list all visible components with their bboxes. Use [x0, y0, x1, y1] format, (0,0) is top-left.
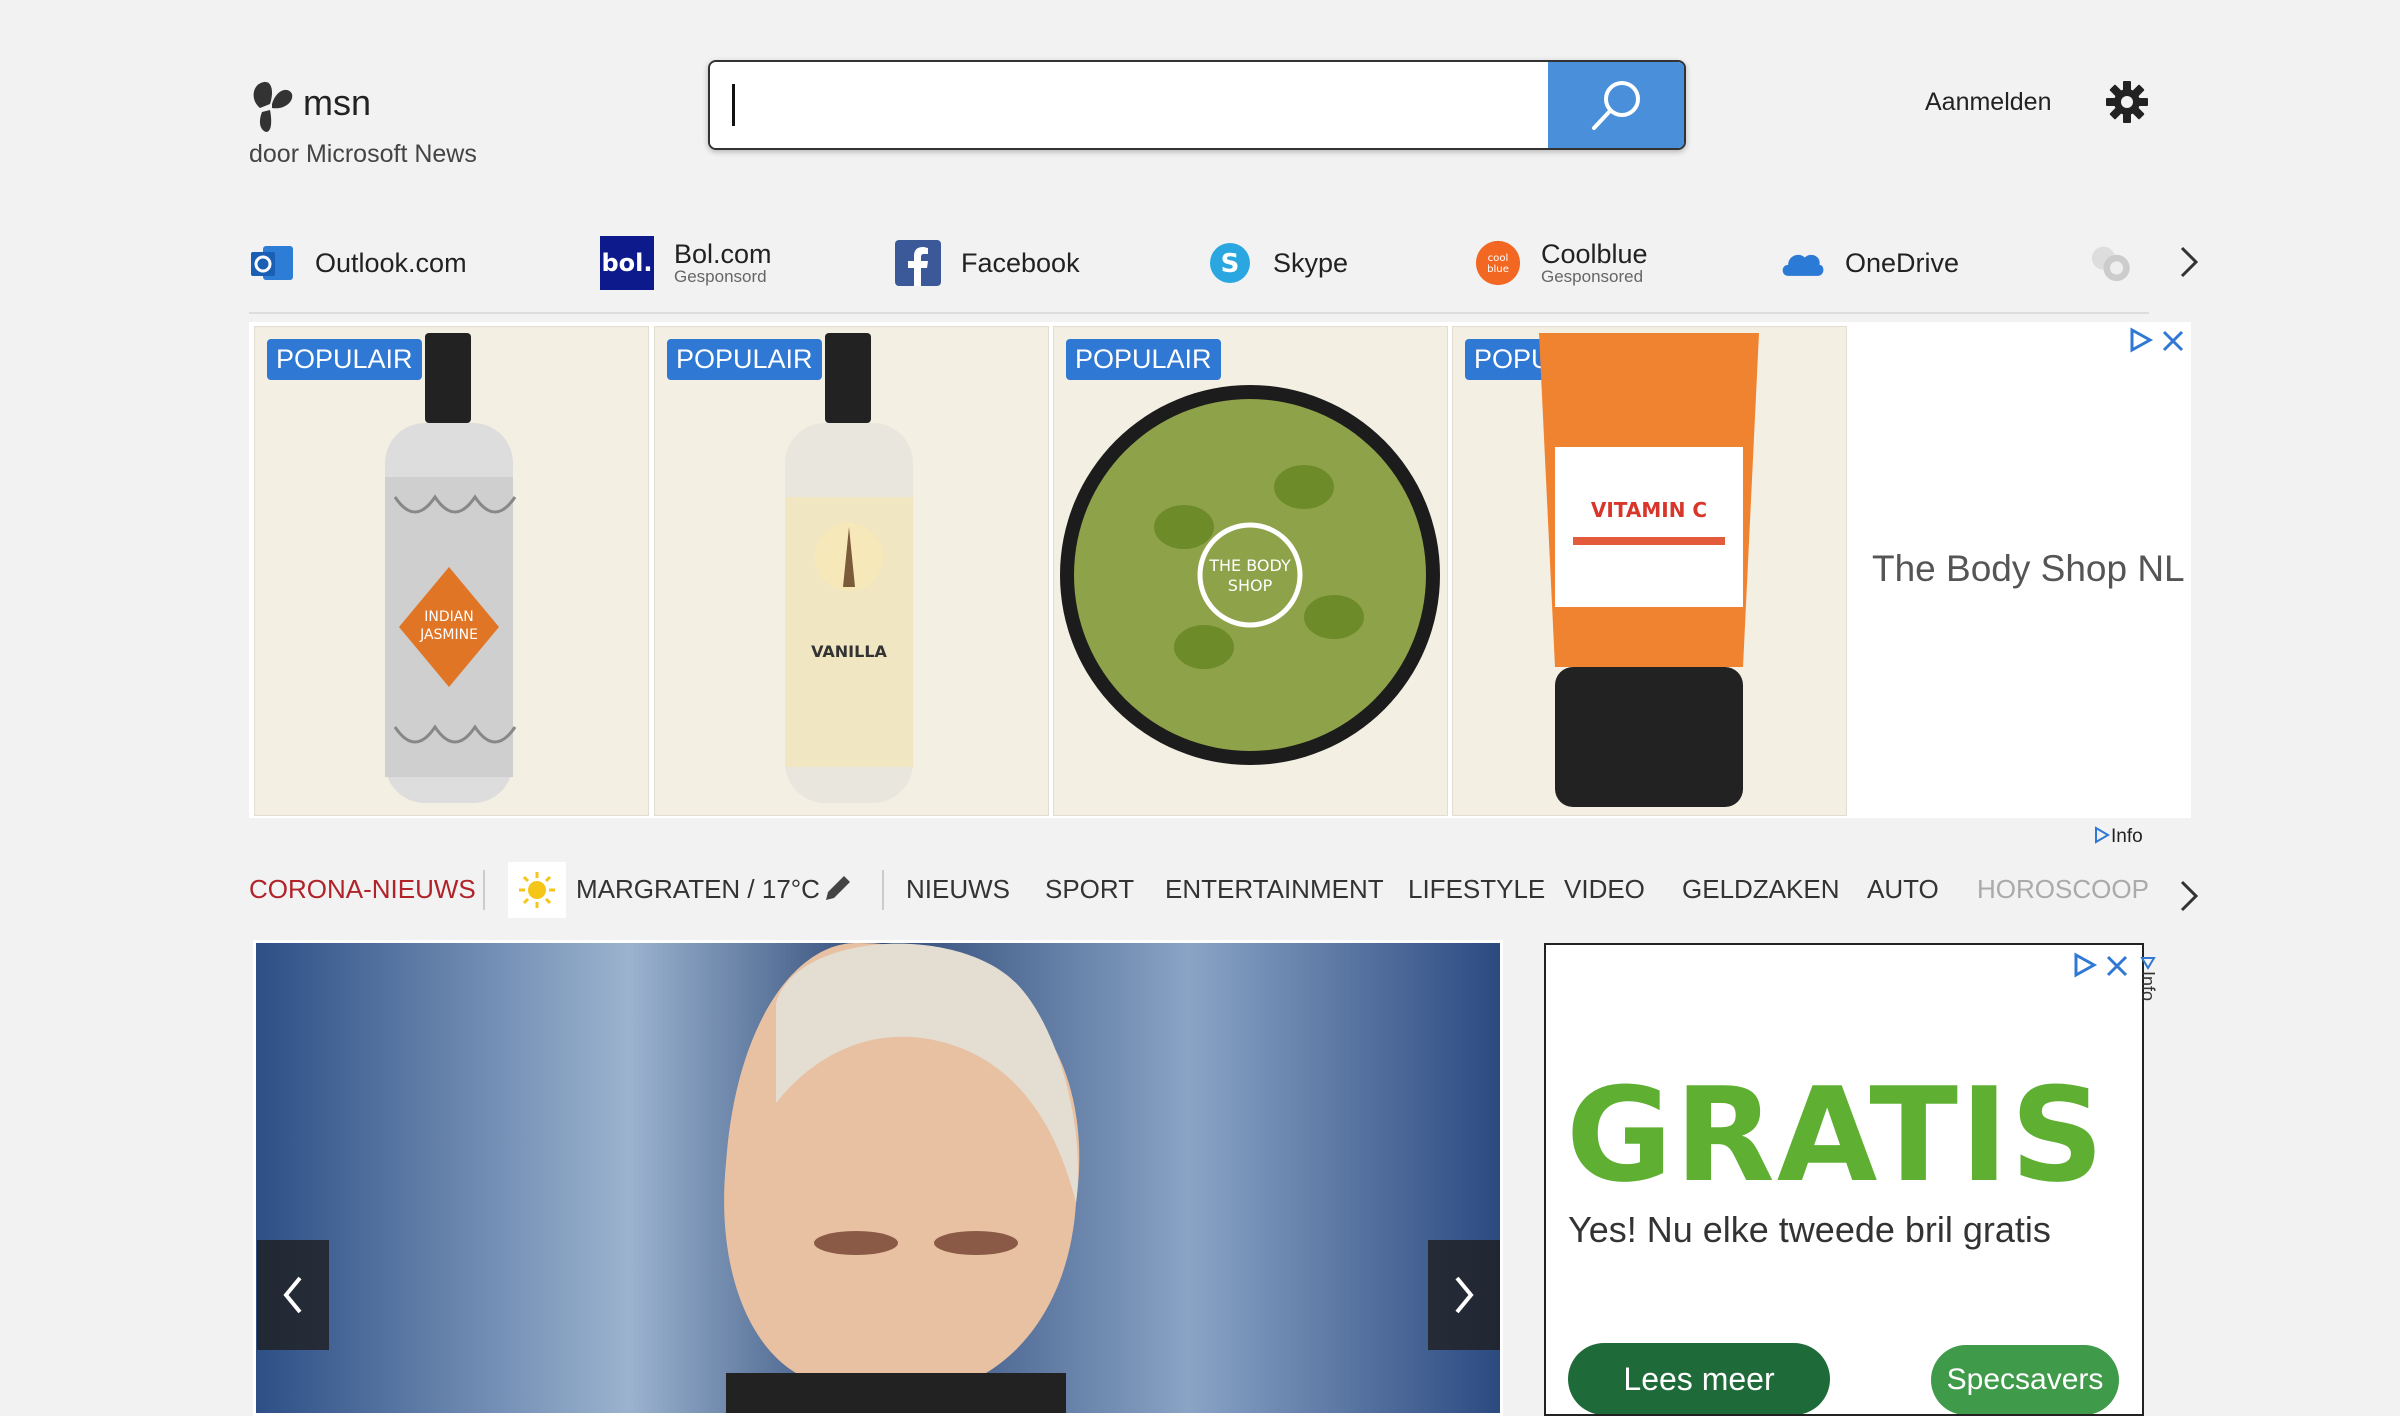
search-input[interactable]: [710, 62, 1548, 148]
svg-text:VITAMIN C: VITAMIN C: [1591, 498, 1707, 522]
adchoices-icon[interactable]: [2126, 326, 2156, 354]
nav-item-auto[interactable]: AUTO: [1867, 874, 1939, 905]
hero-image[interactable]: [253, 940, 1503, 1416]
svg-text:S: S: [1221, 249, 1240, 279]
sponsored-label: Gesponsored: [1541, 267, 1644, 286]
onedrive-icon: [1779, 240, 1825, 286]
svg-text:VANILLA: VANILLA: [811, 642, 887, 661]
gear-icon[interactable]: [2105, 80, 2149, 124]
carousel-prev-button[interactable]: [257, 1240, 329, 1350]
chevron-right-icon: [1455, 1276, 1474, 1314]
nav-item-lifestyle[interactable]: LIFESTYLE: [1408, 874, 1545, 905]
info-label: Info: [2111, 826, 2143, 847]
search-icon: [1592, 81, 1640, 130]
msn-butterfly-icon[interactable]: [250, 78, 294, 134]
facebook-icon: [895, 240, 941, 286]
quick-link-onedrive[interactable]: OneDrive: [1779, 228, 1959, 298]
carousel-next-button[interactable]: [1428, 1240, 1500, 1350]
news-photo: [256, 943, 1500, 1413]
quick-link-label: Facebook: [961, 248, 1080, 278]
quick-link-more-apps[interactable]: [2087, 228, 2153, 298]
ad-headline: GRATIS: [1566, 1059, 2106, 1211]
ad-subtitle: Yes! Nu elke tweede bril gratis: [1568, 1209, 2051, 1250]
text-caret: [732, 84, 735, 126]
ad-tile[interactable]: POPULAIR THE BODY SHOP: [1053, 326, 1448, 816]
svg-text:INDIAN: INDIAN: [424, 609, 474, 625]
quick-link-bol[interactable]: bol. Bol.com Gesponsord: [600, 228, 772, 298]
quick-link-skype[interactable]: S Skype: [1207, 228, 1348, 298]
quick-link-label: Bol.com: [674, 239, 772, 269]
quick-link-label: OneDrive: [1845, 248, 1960, 278]
skype-icon: S: [1207, 240, 1253, 286]
ad-tile[interactable]: POPULAIR VANILLA: [654, 326, 1049, 816]
divider: [249, 312, 2149, 314]
bol-icon: bol.: [600, 236, 654, 290]
adchoices-icon: [2095, 826, 2110, 844]
quick-link-label: Outlook.com: [315, 248, 467, 278]
search-button[interactable]: [1548, 62, 1684, 148]
specsavers-logo[interactable]: Specsavers: [1931, 1345, 2119, 1414]
svg-text:THE BODY: THE BODY: [1208, 556, 1291, 575]
divider: [483, 870, 485, 910]
ad-brand-name[interactable]: The Body Shop NL: [1872, 548, 2185, 590]
specsavers-ad[interactable]: GRATIS Yes! Nu elke tweede bril gratis L…: [1544, 943, 2144, 1416]
quick-link-outlook[interactable]: Outlook.com: [249, 228, 467, 298]
nav-weather[interactable]: MARGRATEN / 17°C: [576, 874, 820, 905]
nav-item-video[interactable]: VIDEO: [1564, 874, 1645, 905]
read-more-button[interactable]: Lees meer: [1568, 1343, 1830, 1414]
ad-choices[interactable]: [2070, 951, 2130, 984]
nav-item-nieuws[interactable]: NIEUWS: [906, 874, 1010, 905]
pencil-icon[interactable]: [822, 872, 852, 909]
sponsored-label: Gesponsord: [674, 267, 767, 286]
ad-info-link[interactable]: Info: [2093, 826, 2143, 848]
divider: [882, 870, 884, 910]
product-image: INDIAN JASMINE: [385, 333, 517, 803]
category-nav: CORONA-NIEUWS MARGRATEN / 17°C NIEUWS SP…: [249, 862, 2199, 918]
chevron-right-icon[interactable]: [2174, 876, 2204, 921]
logo-subtitle: door Microsoft News: [249, 140, 477, 168]
quick-link-label: Skype: [1273, 248, 1349, 278]
ad-tile[interactable]: POPULAIR VITAMIN C: [1452, 326, 1847, 816]
nav-item-sport[interactable]: SPORT: [1045, 874, 1134, 905]
signin-link[interactable]: Aanmelden: [1925, 88, 2051, 117]
nav-item-entertainment[interactable]: ENTERTAINMENT: [1165, 874, 1384, 905]
svg-text:cool: cool: [1488, 253, 1509, 264]
adchoices-icon: [2140, 957, 2156, 970]
product-image: VANILLA: [785, 333, 913, 803]
sun-icon[interactable]: [508, 862, 566, 918]
coolblue-icon: cool blue: [1475, 240, 1521, 286]
logo-text[interactable]: msn: [303, 82, 371, 124]
svg-text:SHOP: SHOP: [1228, 576, 1273, 595]
quick-links: Outlook.com bol. Bol.com Gesponsord Face…: [249, 228, 2199, 298]
quick-link-label: Coolblue: [1541, 239, 1648, 269]
close-icon[interactable]: [2160, 326, 2186, 354]
chevron-left-icon: [283, 1276, 302, 1314]
apps-icon: [2087, 240, 2133, 286]
product-image: VITAMIN C: [1539, 333, 1759, 807]
quick-link-facebook[interactable]: Facebook: [895, 228, 1080, 298]
adchoices-icon[interactable]: [2070, 951, 2100, 979]
svg-text:JASMINE: JASMINE: [419, 627, 478, 643]
close-icon[interactable]: [2104, 951, 2130, 979]
chevron-right-icon[interactable]: [2174, 242, 2204, 287]
side-ad-info-link[interactable]: Info: [2137, 955, 2158, 1001]
ad-choices[interactable]: [2126, 326, 2186, 359]
info-label: Info: [2138, 971, 2158, 1002]
quick-link-coolblue[interactable]: cool blue Coolblue Gesponsored: [1475, 228, 1648, 298]
ad-tile[interactable]: POPULAIR INDIAN JASMINE: [254, 326, 649, 816]
nav-corona[interactable]: CORONA-NIEUWS: [249, 874, 476, 905]
outlook-icon: [249, 240, 295, 286]
product-image: THE BODY SHOP: [1060, 385, 1440, 765]
search-box: [708, 60, 1686, 150]
nav-item-horoscoop[interactable]: HOROSCOOP: [1977, 874, 2149, 905]
nav-item-geldzaken[interactable]: GELDZAKEN: [1682, 874, 1840, 905]
svg-text:blue: blue: [1487, 264, 1509, 275]
